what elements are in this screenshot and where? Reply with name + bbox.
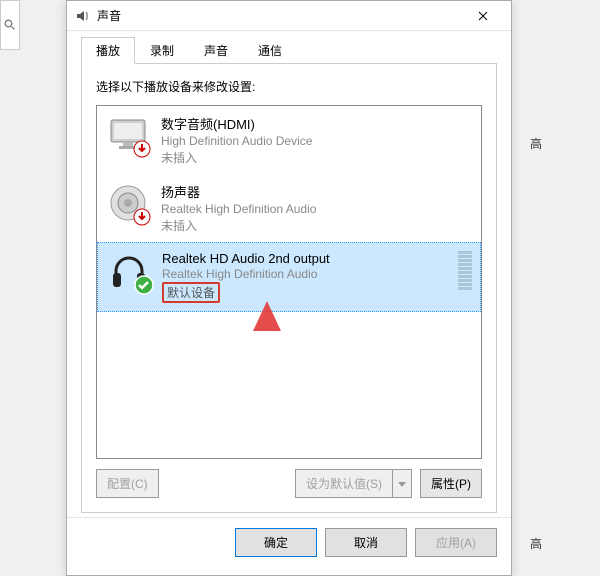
check-badge-icon [134,275,154,295]
configure-button[interactable]: 配置(C) [96,469,159,498]
device-list[interactable]: 数字音频(HDMI) High Definition Audio Device … [96,105,482,459]
device-info: 数字音频(HDMI) High Definition Audio Device … [161,114,471,166]
device-icon-wrap [108,251,150,293]
device-item[interactable]: 扬声器 Realtek High Definition Audio 未插入 [97,174,481,242]
set-default-split-button: 设为默认值(S) [295,469,412,498]
tab-recording[interactable]: 录制 [135,37,189,64]
tab-playback[interactable]: 播放 [81,37,135,64]
tab-communications[interactable]: 通信 [243,37,297,64]
close-button[interactable] [463,2,503,30]
sound-dialog: 声音 播放 录制 声音 通信 选择以下播放设备来修改设置: 数字音频(HDMI)… [66,0,512,576]
dialog-title: 声音 [97,7,463,24]
sound-icon [75,8,91,24]
properties-button[interactable]: 属性(P) [420,469,482,498]
panel-button-row: 配置(C) 设为默认值(S) 属性(P) [96,469,482,498]
search-box-fragment[interactable] [0,0,20,50]
apply-button[interactable]: 应用(A) [415,528,497,557]
playback-panel: 选择以下播放设备来修改设置: 数字音频(HDMI) High Definitio… [81,63,497,513]
bg-text-2: 高 [530,535,542,552]
down-arrow-badge-icon [133,140,151,158]
default-device-badge: 默认设备 [162,282,220,303]
dialog-button-row: 确定 取消 应用(A) [67,517,511,567]
device-status: 未插入 [161,149,471,166]
set-default-dropdown[interactable] [393,469,412,498]
device-info: 扬声器 Realtek High Definition Audio 未插入 [161,182,471,234]
tab-sounds[interactable]: 声音 [189,37,243,64]
set-default-button[interactable]: 设为默认值(S) [295,469,393,498]
device-desc: Realtek High Definition Audio [162,267,470,281]
device-desc: High Definition Audio Device [161,134,471,148]
device-status: 默认设备 [162,282,470,303]
cancel-button[interactable]: 取消 [325,528,407,557]
device-desc: Realtek High Definition Audio [161,202,471,216]
device-name: Realtek HD Audio 2nd output [162,251,470,266]
instruction-text: 选择以下播放设备来修改设置: [96,78,482,95]
bg-text-1: 高 [530,135,542,152]
titlebar: 声音 [67,1,511,31]
device-item[interactable]: 数字音频(HDMI) High Definition Audio Device … [97,106,481,174]
device-icon-wrap [107,114,149,156]
search-icon [4,19,16,31]
device-name: 数字音频(HDMI) [161,114,471,133]
device-status: 未插入 [161,217,471,234]
down-arrow-badge-icon [133,208,151,226]
device-name: 扬声器 [161,182,471,201]
device-info: Realtek HD Audio 2nd output Realtek High… [162,251,470,303]
ok-button[interactable]: 确定 [235,528,317,557]
volume-meter [458,251,472,290]
tab-strip: 播放 录制 声音 通信 [67,31,511,64]
device-icon-wrap [107,182,149,224]
chevron-down-icon [398,482,406,488]
device-item-selected[interactable]: Realtek HD Audio 2nd output Realtek High… [97,242,481,312]
close-icon [478,11,488,21]
